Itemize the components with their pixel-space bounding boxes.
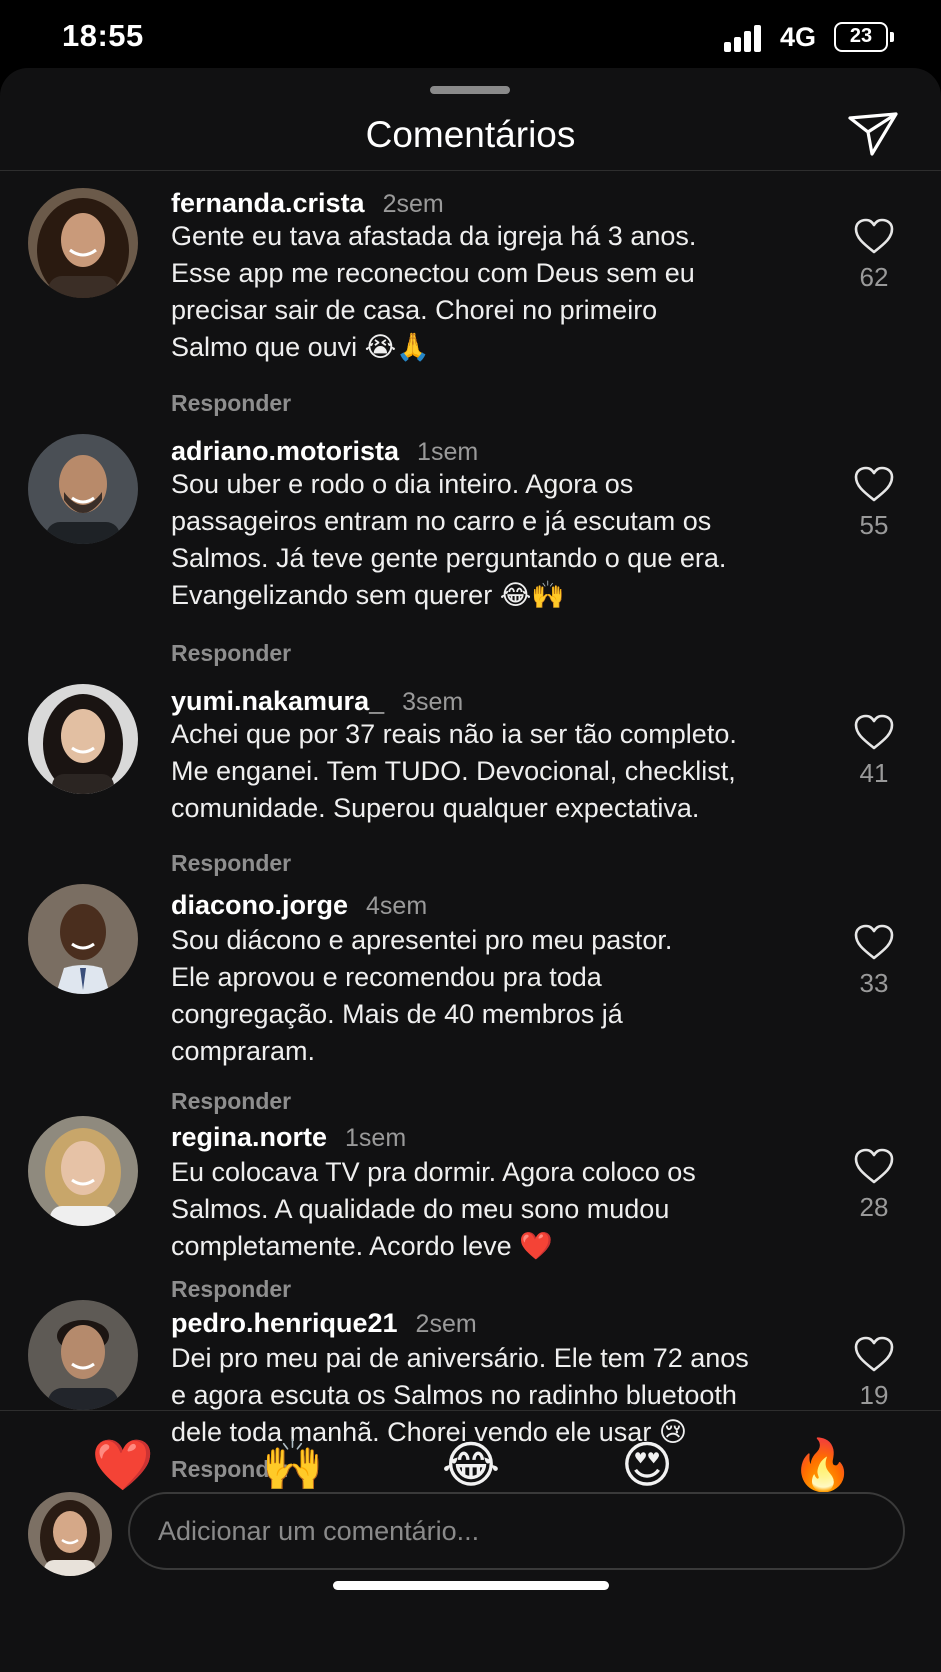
heart-icon[interactable] — [854, 924, 894, 960]
header-divider — [0, 170, 941, 171]
username-text[interactable]: fernanda.crista — [171, 188, 365, 218]
comment-time: 1sem — [345, 1124, 407, 1152]
fire-reaction[interactable]: 🔥 — [788, 1430, 858, 1500]
like-count: 55 — [859, 510, 889, 540]
heart-icon[interactable] — [854, 1148, 894, 1184]
like-button[interactable]: 62 — [846, 218, 902, 293]
comment-time: 1sem — [417, 438, 479, 466]
username-text[interactable]: pedro.henrique21 — [171, 1308, 398, 1338]
sheet-grabber[interactable] — [430, 86, 510, 94]
comment-text: Gente eu tava afastada da igreja há 3 an… — [171, 221, 697, 362]
signal-icon — [724, 24, 764, 52]
battery-tip — [890, 32, 894, 42]
heart-icon[interactable] — [854, 1336, 894, 1372]
comment-username[interactable]: adriano.motorista 1sem — [171, 436, 478, 467]
comment-username[interactable]: diacono.jorge 4sem — [171, 890, 427, 921]
reply-button[interactable]: Responder — [171, 390, 291, 417]
avatar[interactable] — [28, 1116, 138, 1226]
comment-text: Sou uber e rodo o dia inteiro. Agora os … — [171, 469, 727, 610]
like-count: 19 — [859, 1380, 889, 1410]
heart-reaction[interactable]: ❤️ — [88, 1430, 158, 1500]
like-count: 33 — [859, 968, 889, 998]
like-button[interactable]: 41 — [846, 714, 902, 789]
battery-icon: 23 — [834, 22, 888, 52]
comment-time: 3sem — [402, 688, 464, 716]
heart-eyes-reaction[interactable]: 😍 — [612, 1430, 682, 1500]
current-user-avatar[interactable] — [28, 1492, 112, 1576]
raised-hands-reaction[interactable]: 🙌 — [258, 1430, 328, 1500]
bottom-divider — [0, 1410, 941, 1411]
comment-time: 2sem — [415, 1310, 477, 1338]
battery-level: 23 — [849, 25, 873, 47]
comment-username[interactable]: yumi.nakamura_ 3sem — [171, 686, 463, 717]
status-time: 18:55 — [62, 18, 144, 53]
username-text[interactable]: diacono.jorge — [171, 890, 348, 920]
username-text[interactable]: yumi.nakamura_ — [171, 686, 384, 716]
comment-text: Eu colocava TV pra dormir. Agora coloco … — [171, 1157, 696, 1261]
avatar[interactable] — [28, 434, 138, 544]
comment-username[interactable]: pedro.henrique21 2sem — [171, 1308, 477, 1339]
comment-username[interactable]: regina.norte 1sem — [171, 1122, 406, 1153]
status-bar: 18:55 4G 23 — [0, 0, 941, 70]
like-button[interactable]: 28 — [846, 1148, 902, 1223]
comment-input-placeholder: Adicionar um comentário... — [158, 1516, 480, 1546]
like-count: 62 — [859, 262, 889, 292]
avatar[interactable] — [28, 188, 138, 298]
heart-icon[interactable] — [854, 466, 894, 502]
heart-icon[interactable] — [854, 714, 894, 750]
comment-input[interactable]: Adicionar um comentário... — [128, 1492, 905, 1570]
like-count: 28 — [859, 1192, 889, 1222]
home-indicator[interactable] — [333, 1581, 609, 1590]
reply-button[interactable]: Responder — [171, 640, 291, 667]
heart-icon[interactable] — [854, 218, 894, 254]
network-type: 4G — [780, 22, 817, 52]
username-text[interactable]: regina.norte — [171, 1122, 327, 1152]
comment-time: 2sem — [382, 190, 444, 218]
like-button[interactable]: 19 — [846, 1336, 902, 1411]
comment-text: Achei que por 37 reais não ia ser tão co… — [171, 719, 737, 823]
reply-button[interactable]: Responder — [171, 850, 291, 877]
username-text[interactable]: adriano.motorista — [171, 436, 399, 466]
laughing-reaction[interactable]: 😂 — [436, 1430, 506, 1500]
like-button[interactable]: 55 — [846, 466, 902, 541]
reply-button[interactable]: Responder — [171, 1276, 291, 1303]
paper-plane-icon[interactable] — [846, 108, 902, 160]
comment-username[interactable]: fernanda.crista 2sem — [171, 188, 444, 219]
reply-button[interactable]: Responder — [171, 1088, 291, 1115]
like-button[interactable]: 33 — [846, 924, 902, 999]
avatar[interactable] — [28, 1300, 138, 1410]
avatar[interactable] — [28, 884, 138, 994]
comment-time: 4sem — [366, 892, 428, 920]
like-count: 41 — [859, 758, 889, 788]
avatar[interactable] — [28, 684, 138, 794]
comment-text: Sou diácono e apresentei pro meu pastor.… — [171, 925, 673, 1066]
sheet-title: Comentários — [365, 114, 576, 155]
